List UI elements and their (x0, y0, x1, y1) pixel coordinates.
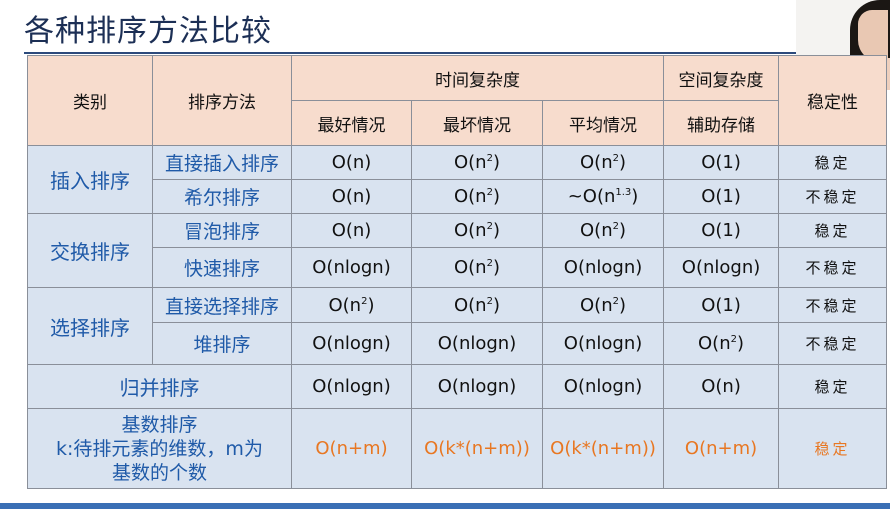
category-radix: 基数排序 k:待排元素的维数，m为 基数的个数 (27, 408, 292, 489)
sorting-comparison-table: 类别 排序方法 时间复杂度 空间复杂度 稳定性 最好情况 最坏情况 平均情况 辅… (27, 55, 888, 489)
table-row: 选择排序 直接选择排序 O(n2) O(n2) O(n2) O(1) 不稳定 (27, 287, 888, 365)
worst-cell: O(n2) (411, 247, 543, 288)
worst-cell: O(k*(n+m)) (411, 408, 543, 489)
method-cell: 快速排序 (152, 247, 292, 288)
average-cell: O(n2) (541, 287, 665, 323)
header-auxiliary-storage: 辅助存储 (663, 100, 780, 146)
average-cell: O(nlogn) (541, 364, 665, 409)
worst-cell: O(n2) (411, 213, 543, 248)
best-cell: O(n) (291, 145, 412, 180)
best-cell: O(n2) (291, 287, 412, 323)
average-cell: O(nlogn) (541, 247, 665, 288)
stability-cell: 不稳定 (778, 179, 888, 214)
bottom-bar (0, 503, 890, 509)
table-row: 插入排序 直接插入排序 O(n) O(n2) O(n2) O(1) 稳定 (27, 145, 888, 214)
header-average-case: 平均情况 (541, 100, 665, 146)
table-row: 基数排序 k:待排元素的维数，m为 基数的个数 O(n+m) O(k*(n+m)… (27, 408, 888, 489)
aux-cell: O(1) (663, 145, 780, 180)
stability-cell: 稳定 (778, 364, 888, 409)
stability-cell: 稳定 (778, 408, 888, 489)
aux-cell: O(n+m) (663, 408, 780, 489)
worst-cell: O(nlogn) (411, 364, 543, 409)
title-rule (24, 52, 796, 54)
header-space-complexity: 空间复杂度 (663, 55, 780, 101)
best-cell: O(nlogn) (291, 322, 412, 365)
average-cell: O(n2) (541, 145, 665, 180)
method-cell: 堆排序 (152, 322, 292, 365)
worst-cell: O(n2) (411, 287, 543, 323)
slide-title: 各种排序方法比较 (24, 14, 272, 49)
method-cell: 直接选择排序 (152, 287, 292, 323)
table-row: 交换排序 冒泡排序 O(n) O(n2) O(n2) O(1) 稳定 (27, 213, 888, 288)
stability-cell: 不稳定 (778, 247, 888, 288)
table-row: 归并排序 O(nlogn) O(nlogn) O(nlogn) O(n) 稳定 (27, 364, 888, 409)
average-cell: ~O(n1.3) (541, 179, 665, 214)
table-row: 堆排序 O(nlogn) O(nlogn) O(nlogn) O(n2) 不稳定 (28, 322, 888, 365)
category-merge: 归并排序 (27, 364, 292, 409)
header-time-complexity: 时间复杂度 (290, 55, 665, 101)
header-method: 排序方法 (152, 55, 292, 146)
average-cell: O(k*(n+m)) (541, 408, 665, 489)
header-worst-case: 最坏情况 (411, 100, 543, 146)
aux-cell: O(1) (663, 287, 780, 323)
table-row: 快速排序 O(nlogn) O(n2) O(nlogn) O(nlogn) 不稳… (28, 247, 888, 288)
aux-cell: O(1) (663, 179, 780, 214)
worst-cell: O(n2) (411, 145, 543, 180)
best-cell: O(nlogn) (291, 364, 412, 409)
worst-cell: O(n2) (411, 179, 543, 214)
method-cell: 直接插入排序 (152, 145, 292, 180)
aux-cell: O(1) (663, 213, 780, 248)
method-cell: 冒泡排序 (152, 213, 292, 248)
table-row: 希尔排序 O(n) O(n2) ~O(n1.3) O(1) 不稳定 (28, 179, 888, 214)
method-cell: 希尔排序 (152, 179, 292, 214)
aux-cell: O(n2) (663, 322, 780, 365)
category-insertion: 插入排序 (27, 145, 153, 214)
best-cell: O(n) (291, 213, 412, 248)
stability-cell: 稳定 (778, 145, 888, 180)
best-cell: O(nlogn) (291, 247, 412, 288)
header-stability: 稳定性 (778, 55, 888, 146)
worst-cell: O(nlogn) (411, 322, 543, 365)
header-category: 类别 (27, 55, 153, 146)
stability-cell: 不稳定 (778, 287, 888, 323)
aux-cell: O(n) (663, 364, 780, 409)
radix-note-line2: 基数的个数 (111, 461, 207, 484)
category-selection: 选择排序 (27, 287, 153, 365)
average-cell: O(nlogn) (541, 322, 665, 365)
aux-cell: O(nlogn) (663, 247, 780, 288)
radix-title: 基数排序 (121, 413, 198, 436)
stability-cell: 稳定 (778, 213, 888, 248)
header-best-case: 最好情况 (291, 100, 412, 146)
stability-cell: 不稳定 (778, 322, 888, 365)
best-cell: O(n+m) (291, 408, 412, 489)
radix-note-line1: k:待排元素的维数，m为 (56, 437, 263, 460)
best-cell: O(n) (291, 179, 412, 214)
average-cell: O(n2) (541, 213, 665, 248)
category-exchange: 交换排序 (27, 213, 153, 288)
